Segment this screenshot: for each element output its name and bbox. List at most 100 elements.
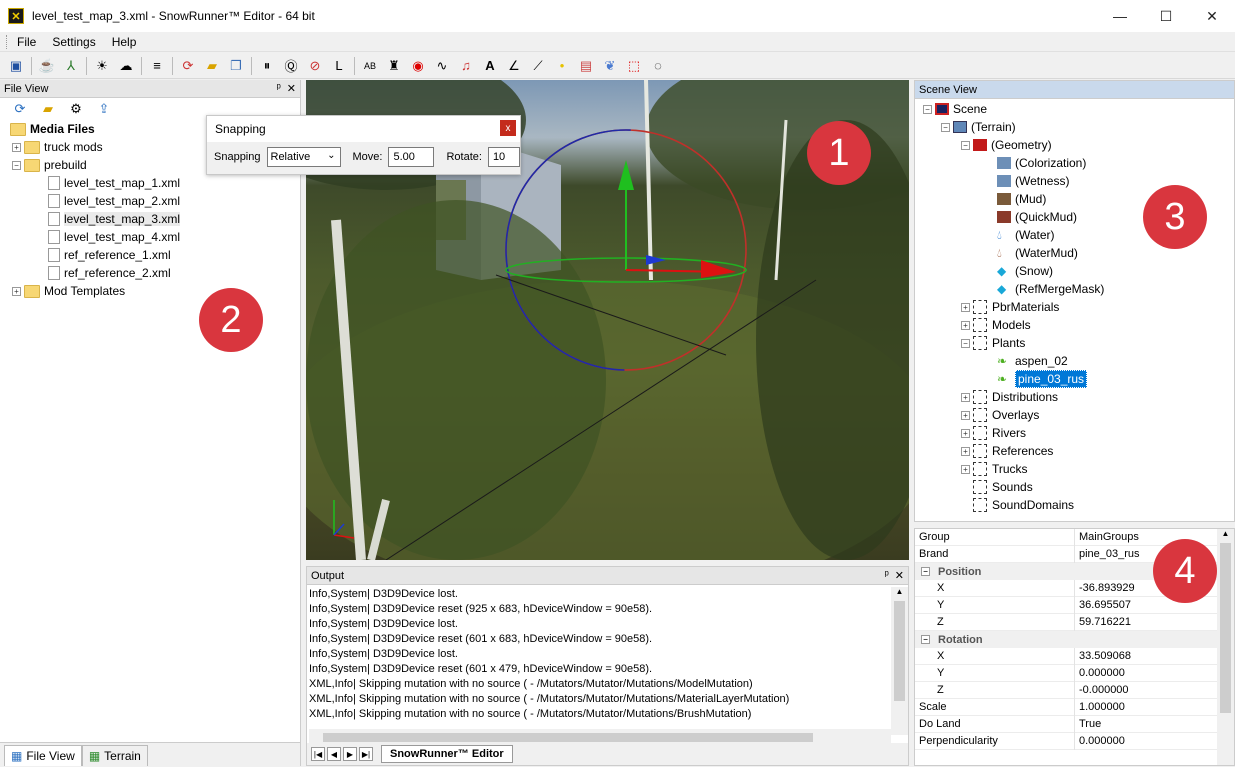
zoom-icon[interactable]: Ⓠ [281, 56, 301, 76]
snapping-close-button[interactable]: x [500, 120, 516, 136]
prop-row-doland[interactable]: Do Land True [915, 715, 1217, 733]
geometry-child[interactable]: ◆ (RefMergeMask) [915, 280, 1234, 298]
ab-icon[interactable]: AB [360, 56, 380, 76]
properties-scrollbar[interactable]: ▲ [1217, 529, 1234, 765]
geometry-child[interactable]: ◆ (Snow) [915, 262, 1234, 280]
expand-icon[interactable]: + [961, 392, 970, 402]
rotate-input[interactable]: 10 [487, 147, 520, 167]
light-icon[interactable]: • [552, 56, 572, 76]
geometry-child[interactable]: (Colorization) [915, 154, 1234, 172]
group-node[interactable]: + PbrMaterials [915, 298, 1234, 316]
menu-help[interactable]: Help [104, 35, 145, 49]
plant-node-selected[interactable]: ❧ pine_03_rus [915, 370, 1234, 388]
close-icon[interactable]: ✕ [287, 82, 296, 95]
reload-icon[interactable]: ⟳ [178, 56, 198, 76]
refresh-icon[interactable]: ⟳ [10, 99, 30, 119]
group-node[interactable]: + Models [915, 316, 1234, 334]
collapse-icon[interactable]: − [921, 567, 930, 576]
collapse-icon[interactable]: − [923, 104, 932, 114]
group-node[interactable]: Sounds [915, 478, 1234, 496]
snapping-mode-select[interactable]: Relative ⌄ [266, 147, 341, 167]
text-icon[interactable]: A [480, 56, 500, 76]
curve-icon[interactable]: ∿ [432, 56, 452, 76]
tree-file[interactable]: level_test_map_2.xml [10, 192, 300, 210]
layers-icon[interactable]: ▤ [576, 56, 596, 76]
l-icon[interactable]: L [329, 56, 349, 76]
menu-settings[interactable]: Settings [44, 35, 103, 49]
mask-icon[interactable]: ♜ [384, 56, 404, 76]
pin-icon[interactable]: ᵖ [277, 82, 281, 95]
expand-icon[interactable]: + [961, 464, 970, 474]
last-page-icon[interactable]: ▶| [359, 747, 373, 761]
prop-row-rotation-x[interactable]: X 33.509068 [915, 647, 1217, 665]
tree-file-selected[interactable]: level_test_map_3.xml [10, 210, 300, 228]
scroll-up-icon[interactable]: ▲ [1217, 529, 1234, 543]
geometry-node[interactable]: − (Geometry) [915, 136, 1234, 154]
first-page-icon[interactable]: |◀ [311, 747, 325, 761]
scroll-thumb[interactable] [323, 733, 813, 742]
group-node[interactable]: + Overlays [915, 406, 1234, 424]
scroll-thumb[interactable] [894, 601, 905, 701]
prop-row-perpendicularity[interactable]: Perpendicularity 0.000000 [915, 732, 1217, 750]
prop-row-scale[interactable]: Scale 1.000000 [915, 698, 1217, 716]
weather-icon[interactable]: ☀ [92, 56, 112, 76]
group-node[interactable]: + Distributions [915, 388, 1234, 406]
prop-row-rotation-y[interactable]: Y 0.000000 [915, 664, 1217, 682]
group-node[interactable]: + Trucks [915, 460, 1234, 478]
prev-page-icon[interactable]: ◀ [327, 747, 341, 761]
scene-root[interactable]: − Scene [915, 100, 1234, 118]
expand-icon[interactable]: + [961, 446, 970, 456]
selection-icon[interactable]: ⬚ [624, 56, 644, 76]
expand-icon[interactable]: + [961, 302, 970, 312]
plant-node[interactable]: ❧ aspen_02 [915, 352, 1234, 370]
save-icon[interactable]: ▣ [6, 56, 26, 76]
angle-icon[interactable]: ∠ [504, 56, 524, 76]
menu-file[interactable]: File [9, 35, 44, 49]
tree-file[interactable]: level_test_map_4.xml [10, 228, 300, 246]
tree-folder-mod-templates[interactable]: + Mod Templates [10, 282, 300, 300]
collapse-icon[interactable]: − [921, 635, 930, 644]
sheet-tab-editor[interactable]: SnowRunner™ Editor [381, 745, 513, 763]
collapse-icon[interactable]: − [961, 338, 970, 348]
output-vertical-scrollbar[interactable]: ▲ [891, 587, 908, 735]
eraser-icon[interactable]: ◌ [648, 56, 668, 76]
tree-file[interactable]: ref_reference_1.xml [10, 246, 300, 264]
move-input[interactable]: 5.00 [388, 147, 435, 167]
scroll-thumb[interactable] [1220, 543, 1231, 713]
collapse-icon[interactable]: − [941, 122, 950, 132]
scroll-up-icon[interactable]: ▲ [891, 587, 908, 601]
prop-category-rotation[interactable]: − Rotation [915, 631, 1217, 648]
tree-file[interactable]: level_test_map_1.xml [10, 174, 300, 192]
group-node[interactable]: SoundDomains [915, 496, 1234, 514]
minimize-button[interactable]: — [1097, 0, 1143, 32]
group-node[interactable]: + References [915, 442, 1234, 460]
expand-icon[interactable]: + [961, 428, 970, 438]
prop-row-rotation-z[interactable]: Z -0.000000 [915, 681, 1217, 699]
next-page-icon[interactable]: ▶ [343, 747, 357, 761]
expand-icon[interactable]: + [12, 286, 21, 296]
expand-icon[interactable]: + [12, 142, 21, 152]
export-icon[interactable]: ⇪ [94, 99, 114, 119]
maximize-button[interactable]: ☐ [1143, 0, 1189, 32]
record-icon[interactable]: ◉ [408, 56, 428, 76]
tab-terrain[interactable]: ▦ Terrain [81, 745, 148, 766]
align-icon[interactable]: ≡ [147, 56, 167, 76]
sound-icon[interactable]: ♫ [456, 56, 476, 76]
group-node[interactable]: − Plants [915, 334, 1234, 352]
no-rotate-icon[interactable]: ⊘ [305, 56, 325, 76]
settings-icon[interactable]: ⚙ [66, 99, 86, 119]
tree-file[interactable]: ref_reference_2.xml [10, 264, 300, 282]
expand-icon[interactable]: + [961, 410, 970, 420]
open-folder-icon[interactable]: ▰ [38, 99, 58, 119]
prop-row-position-z[interactable]: Z 59.716221 [915, 613, 1217, 631]
collapse-icon[interactable]: − [12, 160, 21, 170]
terrain-node[interactable]: − (Terrain) [915, 118, 1234, 136]
ruler-icon[interactable]: ⟋ [528, 56, 548, 76]
teapot-icon[interactable]: ☕ [37, 56, 57, 76]
open-folder-icon[interactable]: ▰ [202, 56, 222, 76]
copy-icon[interactable]: ❐ [226, 56, 246, 76]
axis-icon[interactable]: ⅄ [61, 56, 81, 76]
close-icon[interactable]: ✕ [895, 569, 904, 582]
tab-file-view[interactable]: ▦ File View [4, 745, 82, 766]
cloud-icon[interactable]: ☁ [116, 56, 136, 76]
